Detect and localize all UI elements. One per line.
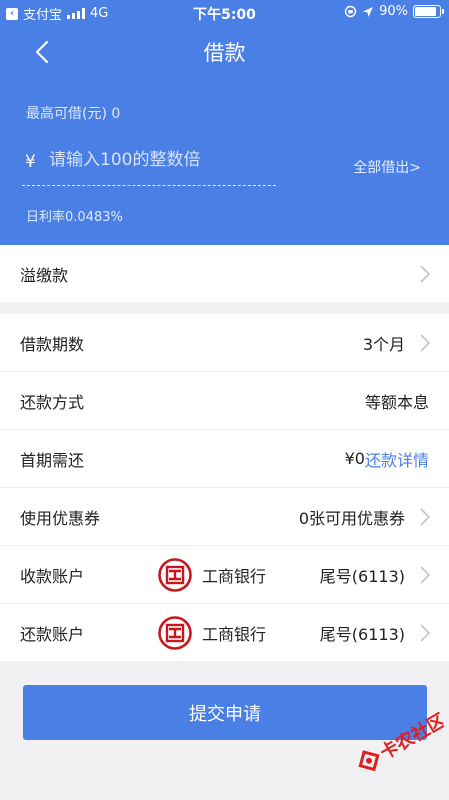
repay-account-tail: 尾号(6113): [319, 624, 405, 644]
status-right: 90%: [344, 4, 444, 19]
repay-bank-name: 工商银行: [202, 624, 267, 644]
coupon-value: 0张可用优惠券: [298, 508, 405, 528]
repay-account-label: 还款账户: [20, 624, 85, 644]
coupon-label: 使用优惠券: [20, 508, 101, 528]
chevron-right-icon: [420, 623, 431, 642]
amount-input[interactable]: [47, 144, 276, 176]
amount-field[interactable]: ¥: [22, 133, 276, 186]
repay-bank: 工商银行: [158, 604, 266, 661]
loan-term-value: 3个月: [362, 334, 405, 354]
first-payment-label: 首期需还: [20, 450, 85, 470]
first-payment-row: 首期需还 ¥0 还款详情: [0, 430, 449, 488]
receive-account-tail: 尾号(6113): [319, 566, 405, 586]
overpayment-label: 溢缴款: [20, 265, 69, 285]
location-icon: [363, 6, 374, 17]
battery-icon: [413, 5, 444, 18]
icbc-logo-icon: [158, 557, 192, 592]
first-payment-value-group: ¥0 还款详情: [345, 430, 429, 487]
loan-header: ‹ 支付宝 4G 下午5:00 90% 借款 最高可借(元) 0 ¥ 全部借出>: [0, 0, 449, 245]
receive-bank-name: 工商银行: [202, 566, 267, 586]
currency-symbol: ¥: [25, 152, 36, 172]
chevron-right-icon: [420, 565, 431, 584]
repay-method-row: 还款方式 等额本息: [0, 372, 449, 430]
coupon-row[interactable]: 使用优惠券 0张可用优惠券: [0, 488, 449, 546]
repay-method-value: 等额本息: [364, 392, 429, 412]
receive-bank: 工商银行: [158, 546, 266, 603]
loan-term-row[interactable]: 借款期数 3个月: [0, 314, 449, 372]
battery-percent: 90%: [379, 4, 408, 19]
receive-account-row[interactable]: 收款账户 工商银行 尾号(6113): [0, 546, 449, 604]
loan-term-label: 借款期数: [20, 334, 85, 354]
status-bar: ‹ 支付宝 4G 下午5:00 90%: [0, 0, 449, 24]
orientation-lock-icon: [344, 5, 357, 18]
borrow-all-link[interactable]: 全部借出>: [353, 157, 421, 177]
watermark-text: 卡农社区: [376, 709, 444, 764]
chevron-right-icon: [420, 333, 431, 352]
page-title: 借款: [203, 41, 246, 65]
repay-account-row[interactable]: 还款账户 工商银行 尾号(6113): [0, 604, 449, 661]
chevron-right-icon: [420, 264, 431, 283]
community-watermark-logo: 卡农社区: [358, 709, 444, 772]
chevron-right-icon: [420, 507, 431, 526]
max-borrow-label: 最高可借(元) 0: [26, 106, 121, 122]
daily-rate-label: 日利率0.0483%: [26, 210, 123, 225]
repay-detail-link[interactable]: 还款详情: [365, 447, 429, 471]
repay-method-label: 还款方式: [20, 392, 85, 412]
first-payment-value: ¥0: [344, 449, 365, 468]
receive-account-label: 收款账户: [20, 566, 85, 586]
icbc-logo-icon: [158, 615, 192, 650]
overpayment-row[interactable]: 溢缴款: [0, 245, 449, 302]
